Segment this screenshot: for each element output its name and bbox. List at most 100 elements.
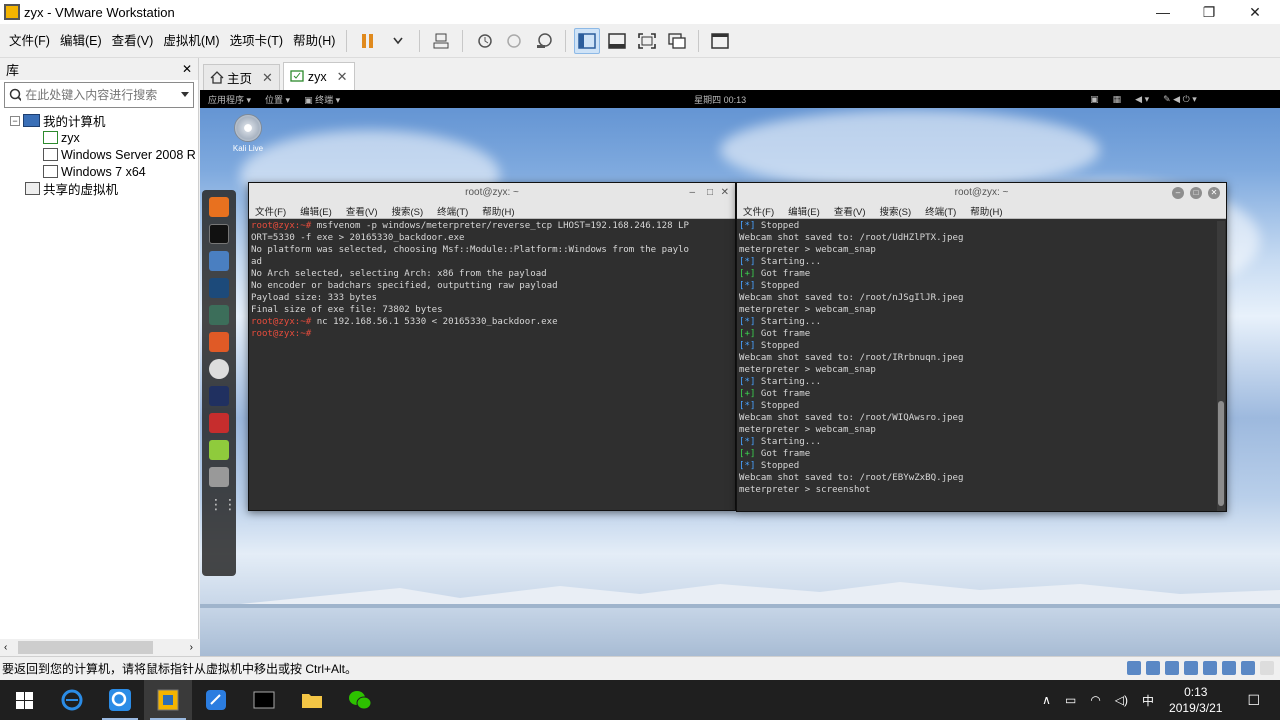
scrollbar-thumb[interactable] [18,641,153,654]
taskbar-wechat[interactable] [336,680,384,720]
maximize-button[interactable]: ❐ [1186,0,1232,24]
terminal-menu-file[interactable]: 文件(F) [743,204,774,218]
thumbnail-bar-button[interactable] [707,28,733,54]
tree-item-vm-zyx[interactable]: zyx [0,129,198,146]
menu-file[interactable]: 文件(F) [4,24,55,58]
metasploit-icon[interactable] [209,278,229,298]
terminal-menu-terminal[interactable]: 终端(T) [925,204,956,218]
minimize-button[interactable]: — [1140,0,1186,24]
taskbar-file-explorer[interactable] [288,680,336,720]
terminal-title-bar[interactable]: root@zyx: ~ – □ ✕ [737,183,1226,203]
armitage-icon[interactable] [209,305,229,325]
menu-help[interactable]: 帮助(H) [288,24,340,58]
cd-dvd-icon[interactable] [1146,661,1160,675]
library-search[interactable] [4,82,194,108]
menu-vm[interactable]: 虚拟机(M) [158,24,224,58]
terminal-close-icon[interactable]: ✕ [1208,187,1220,199]
hard-disk-icon[interactable] [1127,661,1141,675]
files-icon[interactable] [209,251,229,271]
terminal-minimize-icon[interactable]: – [1172,187,1184,199]
guest-display-icon[interactable]: ▣ [1090,94,1099,105]
unity-button[interactable] [664,28,690,54]
collapse-icon[interactable]: − [10,115,20,126]
firefox-icon[interactable] [209,197,229,217]
settings-app-icon[interactable] [209,467,229,487]
battery-icon[interactable]: ▭ [1065,693,1076,707]
close-button[interactable]: ✕ [1232,0,1278,24]
terminal-minimize-icon[interactable]: – [689,183,695,203]
power-dropdown-button[interactable] [385,28,411,54]
terminal-scrollbar[interactable] [1217,221,1225,511]
terminal-maximize-icon[interactable]: □ [707,183,713,203]
show-apps-icon[interactable]: ⋮⋮ [209,494,237,514]
terminal-menu-help[interactable]: 帮助(H) [482,204,514,218]
tree-item-vm-windows-server-2008[interactable]: Windows Server 2008 R [0,146,198,163]
printer-icon[interactable] [1203,661,1217,675]
terminal-menu-file[interactable]: 文件(F) [255,204,286,218]
vm-display[interactable]: 应用程序 ▾ 位置 ▾ ▣ 终端 ▾ 星期四 00:13 ▣ ▦ ◀ ▾ ✎ ◀… [200,90,1280,656]
show-library-button[interactable] [574,27,601,54]
taskbar-cmd[interactable] [240,680,288,720]
ime-indicator[interactable]: 中 [1142,692,1154,709]
scroll-right-icon[interactable]: › [190,642,193,653]
console-view-button[interactable] [604,28,630,54]
library-search-input[interactable] [25,88,181,102]
tab-home[interactable]: 主页 ✕ [203,64,280,90]
terminal-window-right[interactable]: root@zyx: ~ – □ ✕ 文件(F) 编辑(E) 查看(V) 搜索(S… [736,182,1227,512]
tree-item-shared-vms[interactable]: 共享的虚拟机 [0,180,198,197]
maltego-icon[interactable] [209,359,229,379]
fullscreen-button[interactable] [634,28,660,54]
guest-places-menu[interactable]: 位置 ▾ [265,93,290,106]
display-icon[interactable] [1241,661,1255,675]
snapshot-button[interactable] [471,28,497,54]
guest-applications-menu[interactable]: 应用程序 ▾ [208,93,251,106]
beef-icon[interactable] [209,386,229,406]
wifi-icon[interactable]: ◠ [1090,693,1100,707]
pause-button[interactable] [355,28,381,54]
notifications-icon[interactable]: ☐ [1247,692,1260,709]
terminal-menu-help[interactable]: 帮助(H) [970,204,1002,218]
tree-item-vm-windows-7[interactable]: Windows 7 x64 [0,163,198,180]
library-close-icon[interactable]: ✕ [182,62,192,76]
taskbar-vmware[interactable] [144,680,192,720]
scrollbar-thumb[interactable] [1218,401,1224,506]
network-adapter-icon[interactable] [1165,661,1179,675]
terminal-menu-search[interactable]: 搜索(S) [391,204,423,218]
leafpad-icon[interactable] [209,440,229,460]
snapshot-manager-button[interactable] [531,28,557,54]
start-button[interactable] [0,680,48,720]
desktop-icon-kali-live[interactable]: Kali Live [228,114,268,153]
terminal-close-icon[interactable]: ✕ [721,183,729,203]
terminal-menu-view[interactable]: 查看(V) [834,204,866,218]
terminal-menu-edit[interactable]: 编辑(E) [788,204,820,218]
guest-network-icon[interactable]: ▦ [1113,94,1122,105]
tray-caret[interactable]: ∧ [1042,693,1051,707]
taskbar-search-app[interactable] [96,680,144,720]
menu-view[interactable]: 查看(V) [107,24,159,58]
terminal-icon[interactable] [209,224,229,244]
guest-terminal-menu[interactable]: ▣ 终端 ▾ [304,93,340,106]
terminal-menu-search[interactable]: 搜索(S) [879,204,911,218]
terminal-window-left[interactable]: root@zyx: ~ – □ ✕ 文件(F) 编辑(E) 查看(V) 搜索(S… [248,182,736,511]
taskbar-clock[interactable]: 0:13 2019/3/21 [1169,684,1222,716]
volume-icon[interactable]: ◁) [1115,693,1128,707]
terminal-menu-view[interactable]: 查看(V) [346,204,378,218]
burpsuite-icon[interactable] [209,332,229,352]
terminal-output[interactable]: [*] Stopped Webcam shot saved to: /root/U… [737,219,1217,497]
guest-clock[interactable]: 星期四 00:13 [694,93,746,106]
tree-item-my-computer[interactable]: − 我的计算机 [0,112,198,129]
close-tab-icon[interactable]: ✕ [262,70,273,86]
revert-snapshot-button[interactable] [501,28,527,54]
terminal-title-bar[interactable]: root@zyx: ~ – □ ✕ [249,183,735,203]
message-icon[interactable] [1260,661,1274,675]
usb-icon[interactable] [1184,661,1198,675]
send-ctrl-alt-del-button[interactable] [428,28,454,54]
faraday-icon[interactable] [209,413,229,433]
guest-volume-icon[interactable]: ◀ ▾ [1135,94,1149,105]
taskbar-edge[interactable] [48,680,96,720]
terminal-output[interactable]: root@zyx:~# msfvenom -p windows/meterpre… [249,219,735,341]
library-horizontal-scrollbar[interactable]: ‹ › [0,639,199,656]
scroll-left-icon[interactable]: ‹ [4,642,7,653]
menu-tabs[interactable]: 选项卡(T) [225,24,288,58]
terminal-menu-edit[interactable]: 编辑(E) [300,204,332,218]
